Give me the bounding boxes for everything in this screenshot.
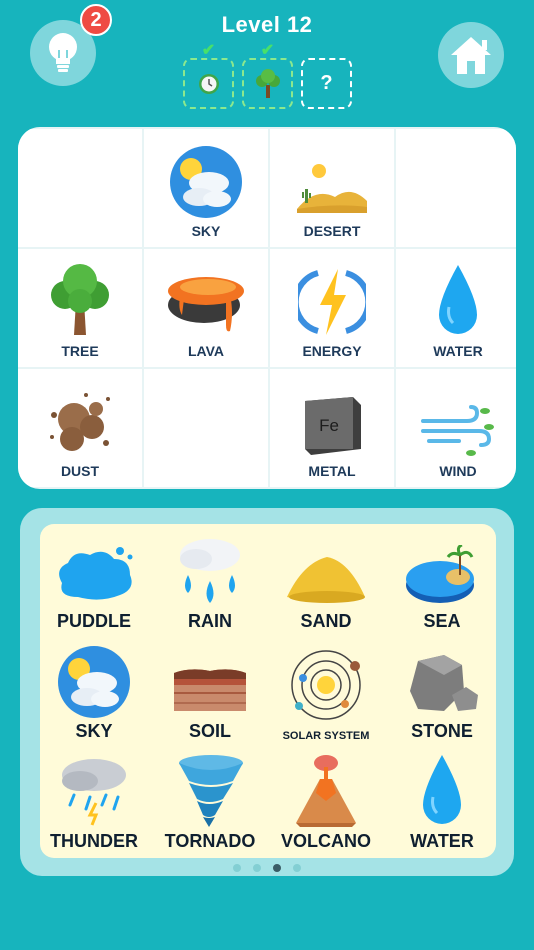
dust-icon <box>50 393 110 451</box>
page-dot[interactable] <box>253 864 261 872</box>
inventory-item-water[interactable]: WATER <box>384 748 500 858</box>
home-button[interactable] <box>438 22 504 88</box>
lava-icon <box>168 277 244 332</box>
board-cell-wind[interactable]: WIND <box>396 369 516 487</box>
board-cell-label: DUST <box>60 463 100 479</box>
board-cell-dust[interactable]: DUST <box>18 369 142 487</box>
water-drop-icon <box>439 265 477 334</box>
sky-icon <box>170 146 242 218</box>
sky-icon <box>58 646 130 718</box>
tree-icon <box>51 264 109 335</box>
inventory-item-rain[interactable]: RAIN <box>152 528 268 638</box>
inventory-item-sea[interactable]: SEA <box>384 528 500 638</box>
board-cell-label: ENERGY <box>302 343 362 359</box>
board-cell-label: LAVA <box>187 343 225 359</box>
inventory-item-sand[interactable]: SAND <box>268 528 384 638</box>
inventory-item-label: WATER <box>410 831 474 851</box>
clock-icon <box>198 73 219 94</box>
inventory-item-label: SKY <box>75 721 113 741</box>
unknown-slot-label: ? <box>320 72 333 94</box>
inventory-item-sky[interactable]: SKY <box>36 638 152 748</box>
inventory-grid: PUDDLE RAIN SAND SEA SKY SOIL SOLAR SYST… <box>40 524 496 858</box>
board-cell-label: WIND <box>439 463 477 479</box>
recipe-slot-3[interactable]: ? <box>301 58 352 109</box>
inventory-item-label: RAIN <box>188 611 232 631</box>
check-icon: ✔ <box>201 42 216 59</box>
inventory-item-label: VOLCANO <box>281 831 371 851</box>
inventory-item-label: STONE <box>411 721 473 741</box>
volcano-icon <box>296 755 356 827</box>
metal-icon: Fe <box>305 397 361 455</box>
inventory-item-soil[interactable]: SOIL <box>152 638 268 748</box>
board-cell-metal[interactable]: Fe METAL <box>270 369 394 487</box>
energy-icon <box>298 269 366 335</box>
rain-icon <box>180 539 240 603</box>
board-cell-label: WATER <box>433 343 483 359</box>
solar-system-icon <box>291 650 361 720</box>
sea-icon <box>406 545 474 603</box>
inventory-item-tornado[interactable]: TORNADO <box>152 748 268 858</box>
inventory-item-label: SOIL <box>188 721 231 741</box>
board-cell-lava[interactable]: LAVA <box>144 249 268 367</box>
board-cell-label: METAL <box>308 463 356 479</box>
recipe-slots: ✔ ✔ ? <box>183 40 352 109</box>
water-drop-icon <box>423 755 461 824</box>
inventory-item-volcano[interactable]: VOLCANO <box>268 748 384 858</box>
inventory-item-puddle[interactable]: PUDDLE <box>36 528 152 638</box>
inventory-item-label: TORNADO <box>164 831 256 851</box>
board-cell-empty[interactable] <box>144 369 268 487</box>
page-dot-active[interactable] <box>273 864 281 872</box>
inventory-item-label: THUNDER <box>50 831 138 851</box>
board-cell-water[interactable]: WATER <box>396 249 516 367</box>
combination-board: SKY DESERT TREE LAVA ENERGY WATER DUST F… <box>18 127 516 489</box>
board-cell-sky[interactable]: SKY <box>144 129 268 247</box>
soil-icon <box>174 669 246 711</box>
inventory-item-stone[interactable]: STONE <box>384 638 500 748</box>
recipe-slot-2[interactable]: ✔ <box>242 42 293 109</box>
page-dot[interactable] <box>293 864 301 872</box>
inventory-item-thunder[interactable]: THUNDER <box>36 748 152 858</box>
tornado-icon <box>179 755 243 827</box>
board-cell-label: DESERT <box>303 223 361 239</box>
inventory-item-label: SEA <box>423 611 461 631</box>
inventory-item-label: SOLAR SYSTEM <box>282 730 370 742</box>
page-indicator <box>0 864 534 872</box>
inventory-item-solar-system[interactable]: SOLAR SYSTEM <box>268 638 384 748</box>
board-cell-label: SKY <box>191 223 221 239</box>
inventory-item-label: SAND <box>300 611 352 631</box>
puddle-icon <box>59 547 133 600</box>
sand-icon <box>287 557 365 603</box>
recipe-slot-1[interactable]: ✔ <box>183 42 234 109</box>
board-cell-tree[interactable]: TREE <box>18 249 142 367</box>
home-icon <box>451 37 491 74</box>
stone-icon <box>410 655 478 711</box>
inventory-item-label: PUDDLE <box>56 611 131 631</box>
inventory-panel: PUDDLE RAIN SAND SEA SKY SOIL SOLAR SYST… <box>20 508 514 876</box>
board-cell-energy[interactable]: ENERGY <box>270 249 394 367</box>
thunder-icon <box>62 759 126 826</box>
wind-icon <box>421 405 494 456</box>
board-cell-empty[interactable] <box>396 129 516 247</box>
check-icon: ✔ <box>260 42 275 59</box>
board-cell-empty[interactable] <box>18 129 142 247</box>
board-cell-label: TREE <box>61 343 99 359</box>
desert-icon <box>297 164 367 213</box>
metal-symbol: Fe <box>319 416 339 435</box>
tree-icon <box>255 68 280 98</box>
page-dot[interactable] <box>233 864 241 872</box>
board-cell-desert[interactable]: DESERT <box>270 129 394 247</box>
